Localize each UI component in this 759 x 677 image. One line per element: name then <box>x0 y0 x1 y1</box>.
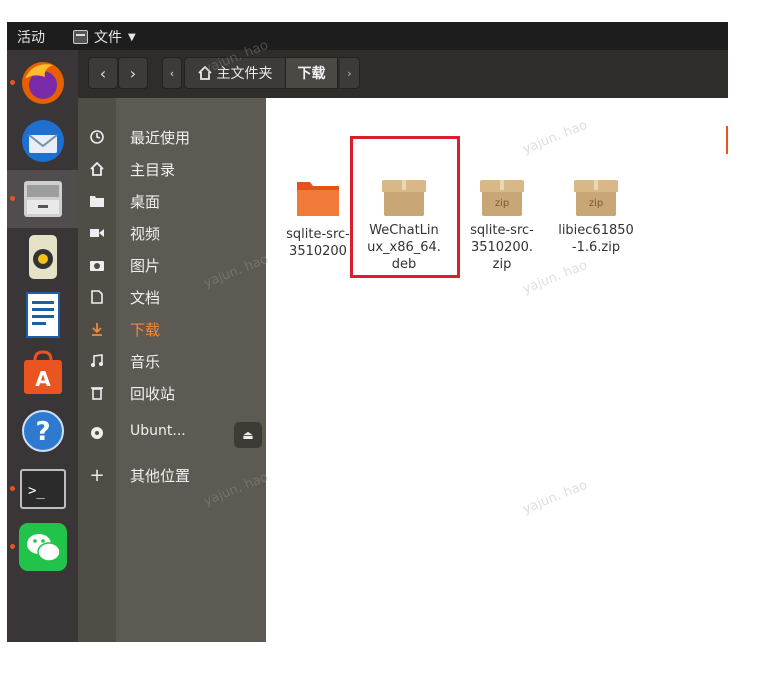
running-indicator <box>10 486 15 491</box>
dock-rhythmbox[interactable] <box>7 228 78 286</box>
sidebar-item-documents[interactable]: 文档 <box>78 282 266 314</box>
eject-icon: ⏏ <box>242 428 254 442</box>
running-indicator <box>10 196 15 201</box>
video-icon <box>86 222 108 244</box>
thunderbird-icon <box>21 120 64 162</box>
sidebar-item-label: 回收站 <box>130 385 176 403</box>
help-icon: ? <box>21 410 64 452</box>
sidebar-item-label: 视频 <box>130 225 161 243</box>
watermark: yajun. hao <box>520 477 590 518</box>
breadcrumb-current-label: 下载 <box>297 66 326 82</box>
folder-icon <box>86 190 108 212</box>
back-button[interactable]: ‹ <box>88 57 118 89</box>
terminal-icon: >_ <box>19 469 66 509</box>
chevron-left-icon: ‹ <box>169 66 175 80</box>
running-indicator <box>10 544 15 549</box>
sidebar-item-videos[interactable]: 视频 <box>78 218 266 250</box>
highlight-box <box>350 136 460 278</box>
top-bar: 活动 文件 ▼ <box>7 22 728 50</box>
file-name: sqlite-src- 3510200. zip <box>470 223 534 272</box>
file-name: libiec61850 -1.6.zip <box>558 223 634 255</box>
window-header: ‹ › ‹ 主文件夹 下载 › <box>78 50 728 98</box>
zip-archive-icon: zip <box>480 178 524 218</box>
writer-icon <box>25 292 60 338</box>
dock-software[interactable]: A <box>7 344 78 402</box>
sidebar-item-label: 下载 <box>130 321 161 339</box>
breadcrumb-downloads[interactable]: 下载 <box>286 57 338 89</box>
app-menu-label: 文件 <box>94 30 122 46</box>
music-icon <box>86 350 108 372</box>
sidebar-item-label: 最近使用 <box>130 129 191 147</box>
dock: A ? >_ <box>7 50 78 642</box>
path-scroll-left-button[interactable]: ‹ <box>162 57 182 89</box>
plus-icon: + <box>89 464 105 486</box>
dock-writer[interactable] <box>7 286 78 344</box>
dock-wechat[interactable] <box>7 518 78 576</box>
file-name: sqlite-src- 3510200 <box>286 227 350 259</box>
camera-icon <box>86 254 108 276</box>
chevron-right-icon: › <box>129 63 137 83</box>
clock-icon <box>86 126 108 148</box>
svg-text:?: ? <box>35 417 50 447</box>
dock-help[interactable]: ? <box>7 402 78 460</box>
dock-thunderbird[interactable] <box>7 112 78 170</box>
sidebar-item-label: 图片 <box>130 257 161 275</box>
dock-files[interactable] <box>7 170 78 228</box>
running-indicator <box>10 80 15 85</box>
places-sidebar: 最近使用 主目录 桌面 视频 图片 文档 下载 音乐 回收站 Ubunt... … <box>78 98 266 642</box>
sidebar-item-music[interactable]: 音乐 <box>78 346 266 378</box>
wechat-icon <box>18 523 67 571</box>
zip-archive-icon: zip <box>574 178 618 218</box>
file-item-zip[interactable]: zip sqlite-src- 3510200. zip <box>462 178 542 273</box>
files-icon <box>23 181 62 217</box>
path-scroll-right-button[interactable]: › <box>340 57 360 89</box>
document-icon <box>86 286 108 308</box>
scroll-indicator <box>726 126 728 154</box>
sidebar-item-label: Ubunt... <box>130 423 186 439</box>
forward-button[interactable]: › <box>118 57 148 89</box>
chevron-right-icon: › <box>347 66 352 80</box>
firefox-icon <box>21 62 64 104</box>
sidebar-item-desktop[interactable]: 桌面 <box>78 186 266 218</box>
app-menu[interactable]: 文件 ▼ <box>73 27 136 47</box>
dock-terminal[interactable]: >_ <box>7 460 78 518</box>
files-app-icon <box>73 30 88 44</box>
file-item-zip[interactable]: zip libiec61850 -1.6.zip <box>556 178 636 256</box>
file-view: sqlite-src- 3510200 WeChatLin ux_x86_64. de… <box>266 98 728 642</box>
activities-button[interactable]: 活动 <box>17 27 45 47</box>
dock-firefox[interactable] <box>7 54 78 112</box>
svg-text:A: A <box>35 367 51 391</box>
chevron-left-icon: ‹ <box>99 63 107 83</box>
desktop: 活动 文件 ▼ A ? >_ ‹ › ‹ 主文件夹 下载 › 最近使用 主目录 … <box>7 22 728 642</box>
sidebar-item-home[interactable]: 主目录 <box>78 154 266 186</box>
file-item-folder[interactable]: sqlite-src- 3510200 <box>278 178 358 260</box>
sidebar-item-recent[interactable]: 最近使用 <box>78 122 266 154</box>
folder-icon <box>297 182 339 216</box>
svg-text:>_: >_ <box>28 483 45 499</box>
caret-down-icon: ▼ <box>128 31 136 43</box>
rhythmbox-icon <box>28 235 57 279</box>
download-icon <box>86 318 108 340</box>
sidebar-item-label: 其他位置 <box>130 467 191 485</box>
trash-icon <box>86 382 108 404</box>
disc-icon <box>86 422 108 444</box>
sidebar-item-label: 文档 <box>130 289 161 307</box>
sidebar-item-trash[interactable]: 回收站 <box>78 378 266 410</box>
sidebar-item-label: 桌面 <box>130 193 161 211</box>
sidebar-item-downloads[interactable]: 下载 <box>78 314 266 346</box>
home-icon <box>86 158 108 180</box>
sidebar-item-label: 主目录 <box>130 161 176 179</box>
watermark: yajun. hao <box>520 117 590 158</box>
software-icon: A <box>23 350 62 394</box>
eject-button[interactable]: ⏏ <box>234 422 262 448</box>
sidebar-item-label: 音乐 <box>130 353 161 371</box>
